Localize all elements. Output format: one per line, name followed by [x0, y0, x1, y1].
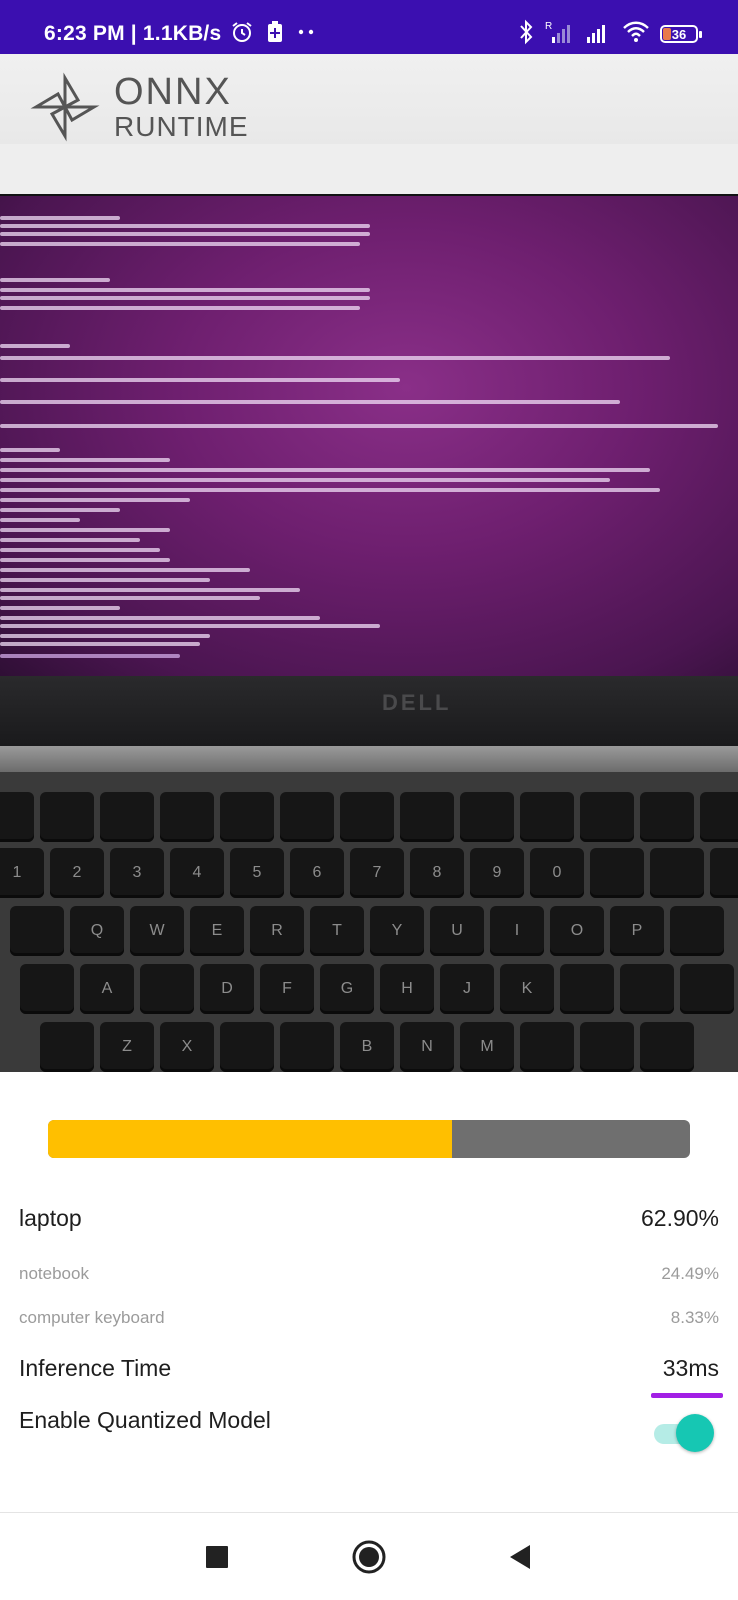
quantized-model-row: Enable Quantized Model — [19, 1402, 639, 1438]
switch-thumb — [676, 1414, 714, 1452]
battery-level: 36 — [671, 26, 687, 42]
result-label: laptop — [19, 1204, 82, 1231]
square-icon — [206, 1545, 228, 1568]
result-row-top: laptop 62.90% — [19, 1200, 719, 1236]
home-button[interactable] — [346, 1513, 392, 1600]
logo-line-2: RUNTIME — [114, 111, 249, 142]
result-label: notebook — [19, 1264, 89, 1283]
result-score: 24.49% — [661, 1264, 719, 1283]
status-time: 6:23 PM | 1.1KB/s — [44, 22, 222, 45]
logo-line-1: ONNX — [114, 71, 232, 113]
laptop-screen — [0, 196, 738, 676]
triangle-back-icon — [510, 1544, 530, 1569]
signal-icon — [584, 19, 612, 50]
inference-time-label: Inference Time — [19, 1354, 172, 1381]
result-row-second: notebook 24.49% — [19, 1260, 719, 1288]
circle-icon — [352, 1540, 386, 1573]
confidence-progress-bar — [48, 1120, 690, 1158]
back-button[interactable] — [500, 1513, 540, 1600]
svg-text:R: R — [545, 21, 552, 32]
onnx-logo-icon — [30, 72, 100, 142]
onnx-runtime-logo: ONNX RUNTIME — [30, 72, 249, 142]
result-score: 62.90% — [640, 1204, 719, 1231]
battery-saver-icon — [266, 20, 284, 49]
signal-r-icon: R — [544, 19, 574, 50]
laptop-brand: DELL — [382, 690, 452, 715]
quantized-model-switch[interactable] — [652, 1414, 714, 1454]
status-bar: 6:23 PM | 1.1KB/s R 36 — [0, 0, 738, 54]
inference-time-row: Inference Time 33ms — [19, 1350, 723, 1398]
result-score: 8.33% — [670, 1308, 719, 1327]
bluetooth-icon — [518, 19, 534, 50]
inference-time-value: 33ms — [650, 1355, 723, 1398]
camera-preview: ONNX RUNTIME DELL 1 2 3 4 5 6 7 8 9 0 Q … — [0, 54, 738, 1072]
more-notifications-icon — [296, 20, 318, 49]
result-row-third: computer keyboard 8.33% — [19, 1304, 719, 1332]
navigation-bar — [0, 1513, 738, 1600]
alarm-icon — [230, 20, 254, 49]
quantized-model-label: Enable Quantized Model — [19, 1406, 271, 1433]
confidence-progress-fill — [48, 1120, 452, 1158]
result-label: computer keyboard — [19, 1308, 165, 1327]
status-left-icons — [230, 20, 318, 49]
laptop-keyboard: 1234567890 QWERTYUIOP ADFGHJK ZXBNM — [0, 772, 738, 1072]
inference-time-underline — [650, 1392, 723, 1398]
recents-button[interactable] — [196, 1513, 238, 1600]
battery-icon: 36 — [660, 25, 702, 43]
wifi-icon — [622, 19, 650, 50]
status-right-icons: R 36 — [518, 19, 702, 50]
